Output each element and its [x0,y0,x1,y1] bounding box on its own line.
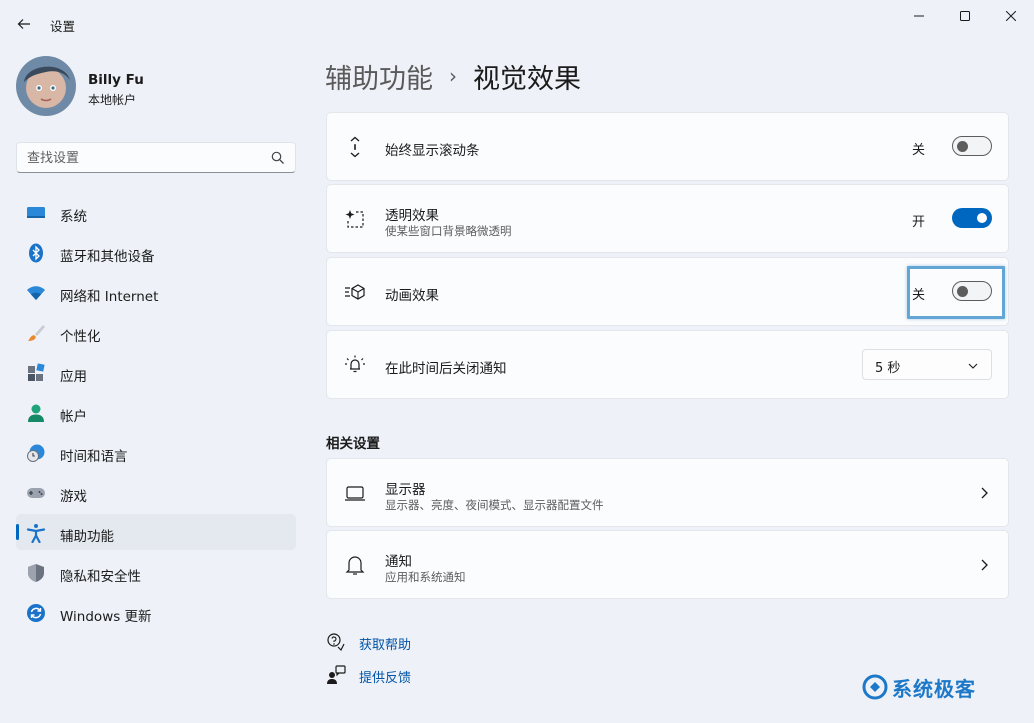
bluetooth-icon [26,243,46,263]
wifi-icon [26,283,46,303]
account-icon [26,403,46,423]
transparency-toggle-group: 开 [912,208,992,230]
user-profile[interactable]: Billy Fu 本地帐户 [16,56,306,118]
chevron-right-icon [981,559,988,571]
title-bar: 设置 [0,0,1034,46]
scrollbars-toggle-group: 关 [912,136,992,158]
setting-card-scrollbars: 始终显示滚动条 关 [326,112,1009,181]
sidebar-item-personalization[interactable]: 个性化 [16,314,296,350]
related-settings-heading: 相关设置 [326,436,380,452]
sidebar-item-network[interactable]: 网络和 Internet [16,274,296,310]
sidebar-item-windows-update[interactable]: Windows 更新 [16,594,296,630]
dropdown-value: 5 秒 [875,361,901,376]
chevron-down-icon [968,363,978,369]
sidebar-item-label: 游戏 [60,489,87,505]
sidebar-item-label: 系统 [60,209,87,225]
apps-icon [26,363,46,383]
search-input[interactable] [27,148,257,168]
maximize-button[interactable] [942,4,988,28]
setting-subtitle: 应用和系统通知 [385,570,466,584]
sidebar-nav: 系统 蓝牙和其他设备 网络和 Internet 个性化 应用 帐户 时间和语言 … [16,194,296,634]
toggle-knob [957,141,968,152]
sidebar-item-label: 个性化 [60,329,101,345]
highlight-box [907,266,1005,319]
feedback-link[interactable]: 提供反馈 [326,663,526,687]
close-button[interactable] [988,4,1034,28]
sidebar-item-time-language[interactable]: 时间和语言 [16,434,296,470]
shield-icon [26,563,46,583]
watermark-logo-icon [862,674,888,700]
breadcrumb: 辅助功能 › 视觉效果 [325,56,581,96]
sidebar-item-apps[interactable]: 应用 [16,354,296,390]
notification-timeout-dropdown[interactable]: 5 秒 [862,349,992,380]
watermark: 系统极客 [862,673,976,701]
sidebar-item-gaming[interactable]: 游戏 [16,474,296,510]
minimize-icon [914,15,924,17]
breadcrumb-parent[interactable]: 辅助功能 [325,57,433,96]
chevron-right-icon [981,487,988,499]
avatar [16,56,76,116]
toggle-state-label: 关 [912,143,926,158]
sidebar-item-system[interactable]: 系统 [16,194,296,230]
back-button[interactable] [12,12,36,36]
sidebar-item-label: Windows 更新 [60,609,152,625]
related-item-display[interactable]: 显示器 显示器、亮度、夜间模式、显示器配置文件 [326,458,1009,527]
user-name: Billy Fu [88,72,144,88]
sidebar-item-label: 帐户 [60,409,87,425]
setting-title: 透明效果 [385,208,439,224]
setting-card-notification-timeout: 在此时间后关闭通知 5 秒 [326,330,1009,399]
sidebar-item-accessibility[interactable]: 辅助功能 [16,514,296,550]
notification-timer-icon [343,353,367,377]
sidebar-item-label: 辅助功能 [60,529,114,545]
bell-icon [343,553,367,577]
app-title: 设置 [50,19,76,34]
gamepad-icon [26,483,46,503]
link-text[interactable]: 提供反馈 [359,667,411,686]
account-type: 本地帐户 [88,93,137,107]
search-icon[interactable] [271,151,285,165]
feedback-icon [327,665,346,684]
setting-subtitle: 使某些窗口背景略微透明 [385,224,512,238]
animation-icon [343,280,367,304]
time-language-icon [26,443,46,463]
sidebar-item-label: 时间和语言 [60,449,128,465]
system-icon [26,203,46,223]
link-text[interactable]: 获取帮助 [359,634,411,653]
toggle-state-label: 开 [912,215,926,230]
breadcrumb-separator: › [449,64,457,88]
transparency-icon [343,207,367,231]
search-box[interactable] [16,142,296,173]
get-help-link[interactable]: 获取帮助 [326,630,526,654]
setting-subtitle: 显示器、亮度、夜间模式、显示器配置文件 [385,498,604,512]
back-arrow-icon [17,19,30,29]
sidebar-item-label: 应用 [60,369,87,385]
transparency-toggle[interactable] [952,208,992,228]
scrollbars-toggle[interactable] [952,136,992,156]
update-icon [26,603,46,623]
sidebar-item-accounts[interactable]: 帐户 [16,394,296,430]
sidebar-item-privacy[interactable]: 隐私和安全性 [16,554,296,590]
watermark-text: 系统极客 [892,676,976,701]
sidebar-item-label: 隐私和安全性 [60,569,141,585]
setting-title: 显示器 [385,482,426,498]
minimize-button[interactable] [896,4,942,28]
page-title: 视觉效果 [473,63,581,95]
maximize-icon [960,11,970,21]
setting-title: 动画效果 [385,288,439,304]
toggle-knob [977,213,987,223]
brush-icon [26,323,46,343]
help-icon [327,633,345,652]
sidebar-item-bluetooth[interactable]: 蓝牙和其他设备 [16,234,296,270]
sidebar-item-label: 蓝牙和其他设备 [60,249,155,265]
setting-title: 通知 [385,554,412,570]
related-item-notifications[interactable]: 通知 应用和系统通知 [326,530,1009,599]
accessibility-icon [26,523,46,543]
close-icon [1006,11,1016,21]
setting-card-transparency: 透明效果 使某些窗口背景略微透明 开 [326,184,1009,253]
laptop-icon [343,481,367,505]
setting-title: 始终显示滚动条 [385,143,480,159]
scrollbar-icon [343,135,367,159]
sidebar-item-label: 网络和 Internet [60,289,159,305]
setting-title: 在此时间后关闭通知 [385,361,507,377]
